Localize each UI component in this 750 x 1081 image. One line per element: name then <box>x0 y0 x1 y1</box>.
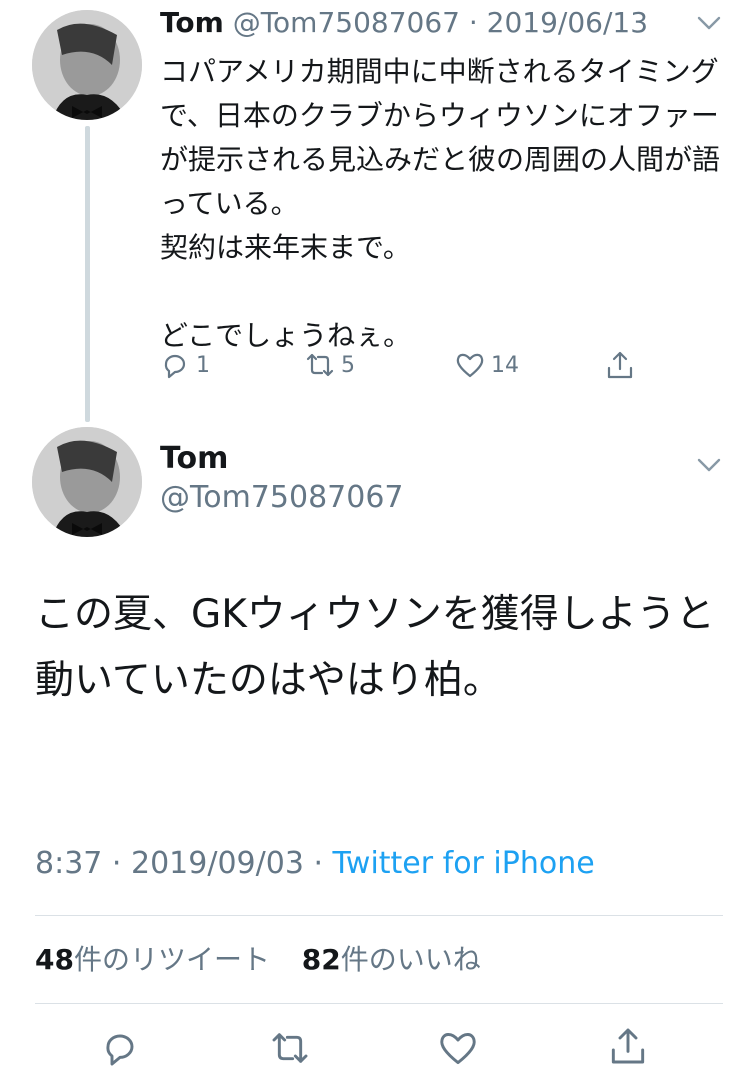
retweet-count: 5 <box>341 352 355 378</box>
avatar-image <box>32 427 142 537</box>
tweet-time: 8:37 <box>35 846 103 881</box>
thread-line <box>85 126 90 422</box>
divider <box>35 1003 723 1004</box>
divider <box>35 915 723 916</box>
tweet-stats: 48件のリツイート 82件のいいね <box>35 938 481 978</box>
retweet-icon <box>306 353 334 377</box>
avatar-image <box>32 10 142 120</box>
like-icon <box>456 353 484 378</box>
author-name[interactable]: Tom <box>160 441 228 476</box>
tweet-source-link[interactable]: Twitter for iPhone <box>333 846 595 881</box>
tweet-date: 2019/09/03 <box>131 846 304 881</box>
chevron-down-icon[interactable] <box>697 458 721 472</box>
author-handle-date[interactable]: @Tom75087067 · 2019/06/13 <box>233 6 648 39</box>
reply-icon <box>164 354 186 379</box>
like-button[interactable]: 14 <box>455 350 519 380</box>
author-handle[interactable]: @Tom75087067 <box>160 480 404 515</box>
retweet-icon[interactable] <box>270 1028 310 1068</box>
reply-icon[interactable] <box>100 1028 140 1068</box>
chevron-down-icon[interactable] <box>697 16 721 30</box>
share-icon <box>607 351 633 379</box>
share-icon[interactable] <box>608 1026 648 1066</box>
tweet-text: この夏、GKウィウソンを獲得しようと動いていたのはやはり柏。 <box>35 592 715 703</box>
tweet-header: Tom @Tom75087067 · 2019/06/13 <box>160 6 648 39</box>
tweet-timestamp: 8:37 · 2019/09/03 · Twitter for iPhone <box>35 846 595 881</box>
avatar[interactable] <box>32 427 142 537</box>
reply-button[interactable]: 1 <box>160 350 210 380</box>
retweets-stat[interactable]: 48件のリツイート <box>35 943 270 976</box>
share-button[interactable] <box>605 350 635 380</box>
author-name[interactable]: Tom <box>160 6 224 39</box>
tweet-text: コパアメリカ期間中に中断されるタイミングで、日本のクラブからウィウソンにオファー… <box>160 55 721 352</box>
retweet-button[interactable]: 5 <box>305 350 355 380</box>
like-icon[interactable] <box>438 1028 478 1068</box>
likes-stat[interactable]: 82件のいいね <box>302 943 481 976</box>
reply-count: 1 <box>196 352 210 378</box>
like-count: 14 <box>491 352 519 378</box>
avatar[interactable] <box>32 10 142 120</box>
